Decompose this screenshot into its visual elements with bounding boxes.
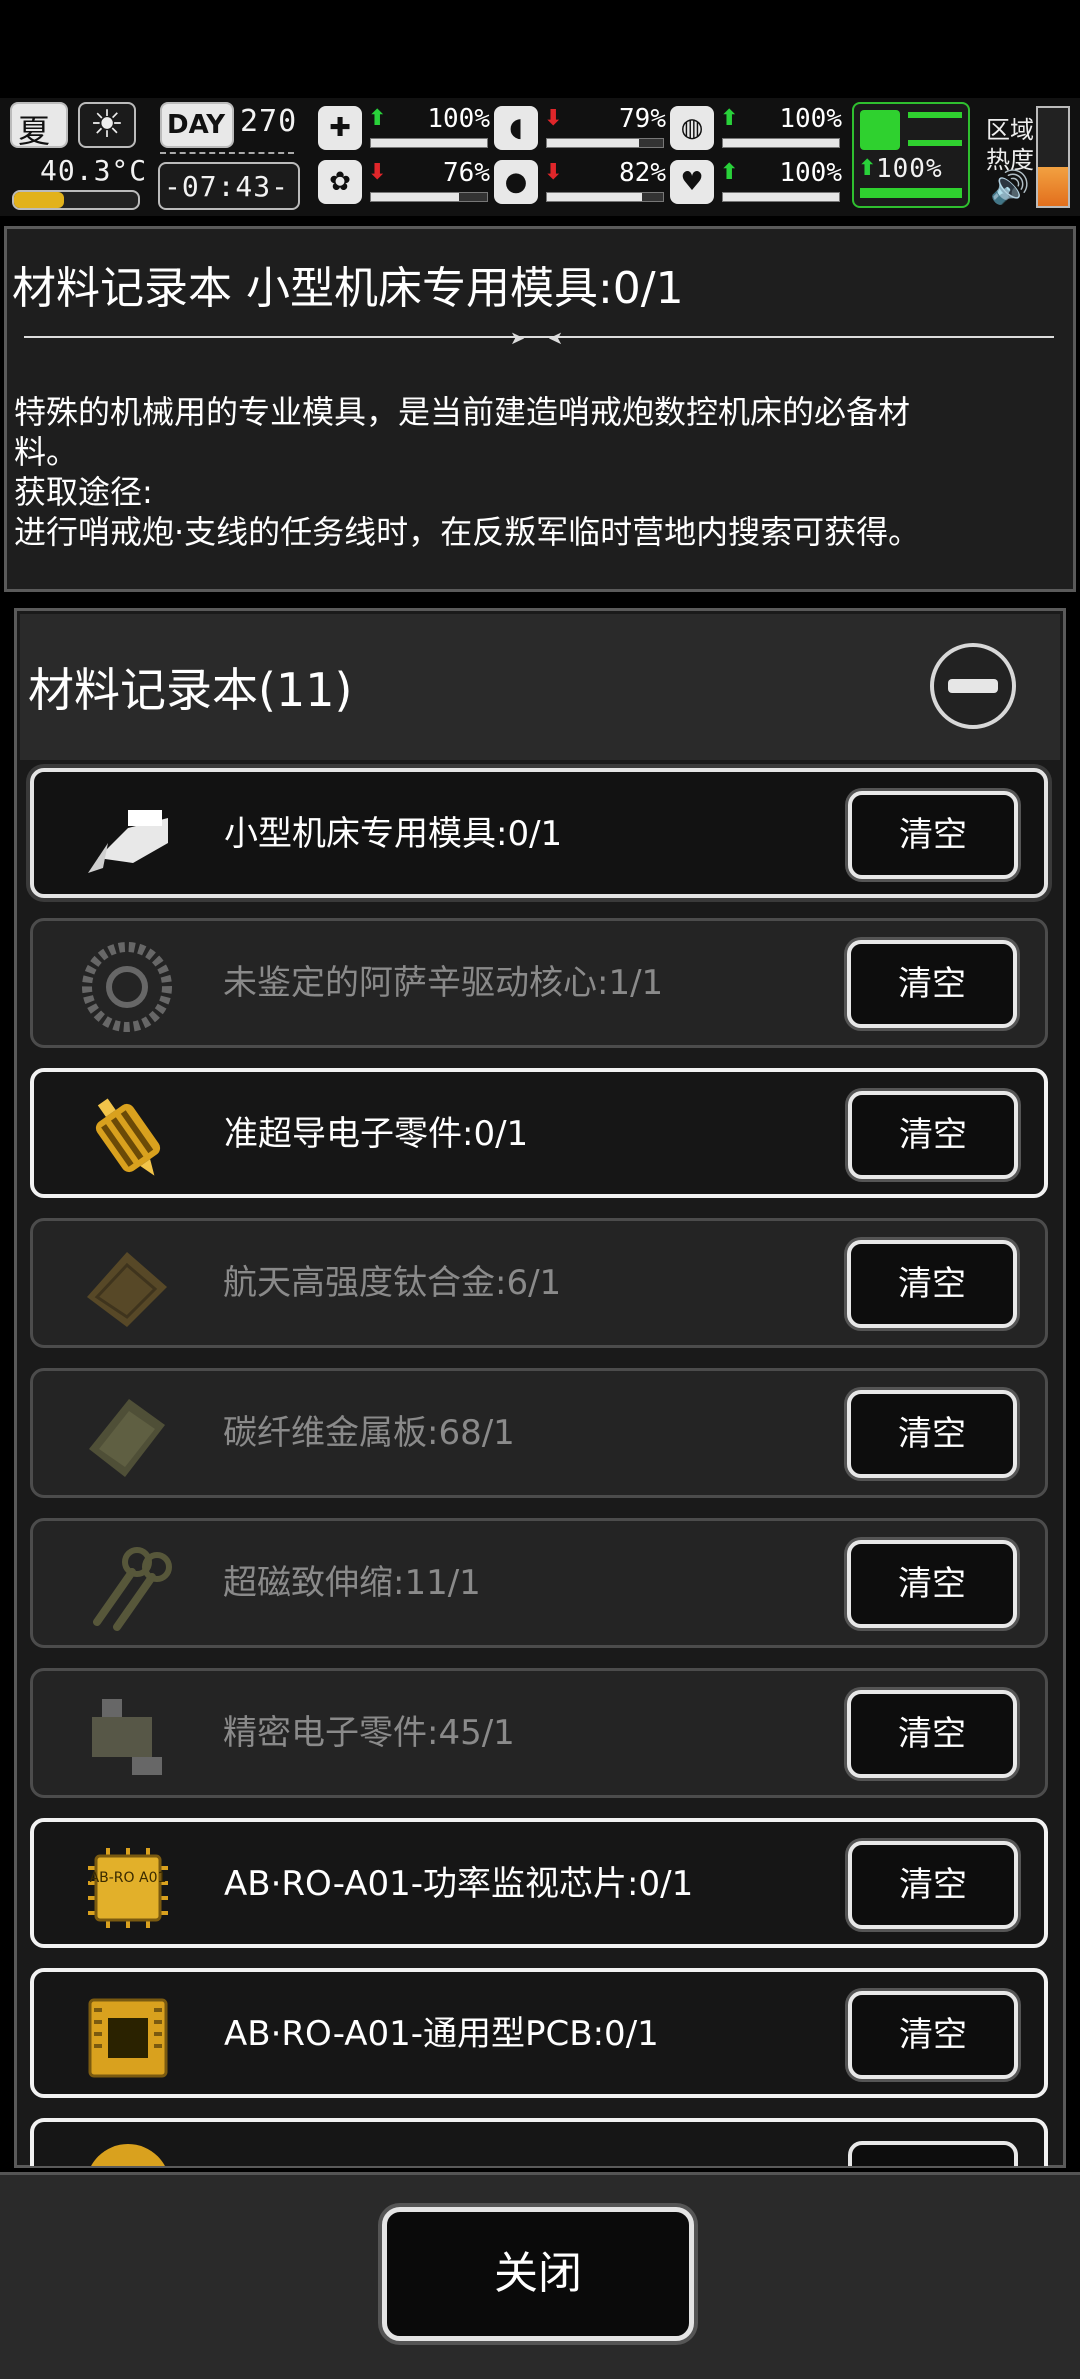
material-row[interactable] [30,2118,1048,2166]
material-row[interactable]: 未鉴定的阿萨辛驱动核心:1/1 清空 [30,918,1048,1048]
clear-button[interactable]: 清空 [847,1390,1017,1478]
stomach-stat: ◖ ⬇ 79% [494,104,666,154]
clear-button[interactable]: 清空 [847,1240,1017,1328]
clear-button[interactable]: 清空 [848,1091,1018,1179]
brain-value: 76% [443,158,490,188]
health-value: 100% [427,104,490,134]
region-heat-gauge [1036,106,1070,208]
stamina-panel: ⬆ 100% [852,102,970,208]
stomach-value: 79% [619,104,666,134]
material-label: AB·RO-A01-通用型PCB:0/1 [224,2014,659,2054]
material-label: 超磁致伸缩:11/1 [223,1563,481,1603]
material-label: 未鉴定的阿萨辛驱动核心:1/1 [223,963,664,1003]
material-row[interactable]: 航天高强度钛合金:6/1 清空 [30,1218,1048,1348]
weather-sun-icon: ☀ [78,102,136,148]
clear-button[interactable]: 清空 [848,1841,1018,1929]
material-label: 碳纤维金属板:68/1 [223,1413,515,1453]
brain-stat: ✿ ⬇ 76% [318,158,490,208]
status-bar: 夏 ☀ 40.3°C DAY 270 -07:43- ✚ ⬆ 100% ◖ ⬇ … [0,98,1080,216]
day-label: DAY [167,110,226,140]
pcb-icon [88,1998,168,2078]
close-button[interactable]: 关闭 [382,2207,694,2341]
chip-marking: AB-RO A01 [90,1870,167,1886]
day-count: 270 [240,104,298,139]
power-chip-icon: AB-RO A01 [88,1848,168,1928]
season-badge: 夏 [10,102,68,150]
material-label: AB·RO-A01-功率监视芯片:0/1 [224,1864,694,1904]
heart-value: 100% [779,158,842,188]
stamina-value: 100% [876,154,943,184]
health-stat: ✚ ⬆ 100% [318,104,490,154]
material-row[interactable]: 精密电子零件:45/1 清空 [30,1668,1048,1798]
stomach-icon: ◖ [494,106,538,150]
material-label: 航天高强度钛合金:6/1 [223,1263,562,1303]
clear-button[interactable]: 清空 [847,940,1017,1028]
titanium-alloy-icon [87,1252,167,1327]
boot-icon [860,110,900,150]
clear-button[interactable]: 清空 [847,1540,1017,1628]
day-progress-ticks [160,152,294,162]
brain-icon: ✿ [318,160,362,204]
magnetostrictive-icon [93,1547,172,1631]
material-row[interactable]: AB-RO A01 AB·RO-A01-功率监视芯片:0/1 清空 [30,1818,1048,1948]
material-row[interactable]: AB·RO-A01-通用型PCB:0/1 清空 [30,1968,1048,2098]
collapse-minus-icon[interactable] [930,643,1016,729]
material-row[interactable]: 碳纤维金属板:68/1 清空 [30,1368,1048,1498]
heart-icon: ♥ [670,160,714,204]
clock-display: -07:43- [158,162,300,210]
water-value: 82% [619,158,666,188]
divider-arrow-left-icon: ➤ [548,328,564,349]
material-label: 小型机床专用模具:0/1 [224,814,563,854]
clear-button[interactable]: 清空 [847,1690,1017,1778]
machine-mold-icon [88,810,168,873]
description-line: 特殊的机械用的专业模具，是当前建造哨戒炮数控机床的必备材 [14,393,911,431]
detail-title: 材料记录本 小型机床专用模具:0/1 [12,263,684,314]
footer-bar: 关闭 [0,2172,1080,2379]
detail-description: 特殊的机械用的专业模具，是当前建造哨戒炮数控机床的必备材 料。 获取途径: 进行… [14,392,1064,552]
divider-arrow-right-icon: ➤ [510,328,526,349]
clear-button-partial[interactable] [848,2141,1018,2166]
material-label: 精密电子零件:45/1 [223,1713,515,1753]
water-stat: ● ⬇ 82% [494,158,666,208]
medkit-icon: ✚ [318,106,362,150]
bladder-icon: ◍ [670,106,714,150]
material-row[interactable]: 准超导电子零件:0/1 清空 [30,1068,1048,1198]
list-title: 材料记录本(11) [28,663,353,717]
clear-button[interactable]: 清空 [848,791,1018,879]
acquire-heading: 获取途径: [14,473,153,511]
material-row[interactable]: 超磁致伸缩:11/1 清空 [30,1518,1048,1648]
water-drop-icon: ● [494,160,538,204]
stamina-lines [908,112,962,146]
day-badge: DAY [160,102,234,148]
season-label: 夏 [18,112,51,150]
carbon-plate-icon [89,1399,165,1477]
temperature-readout: 40.3°C [40,154,148,187]
drive-core-icon [82,942,172,1032]
speaker-icon[interactable]: 🔊 [990,168,1030,206]
material-label: 准超导电子零件:0/1 [224,1114,529,1154]
heart-stat: ♥ ⬆ 100% [670,158,842,208]
title-divider [24,336,1054,338]
precision-part-icon [92,1699,162,1775]
material-row[interactable]: 小型机床专用模具:0/1 清空 [30,768,1048,898]
clear-button[interactable]: 清空 [848,1991,1018,2079]
clock-time: -07:43- [164,170,290,203]
bladder-stat: ◍ ⬆ 100% [670,104,842,154]
description-line: 料。 [14,433,79,471]
temperature-bar [12,190,140,210]
partial-item-icon [86,2144,170,2166]
superconductor-part-icon [95,1098,161,1176]
acquire-text: 进行哨戒炮·支线的任务线时，在反叛军临时营地内搜索可获得。 [14,513,921,551]
bladder-value: 100% [779,104,842,134]
